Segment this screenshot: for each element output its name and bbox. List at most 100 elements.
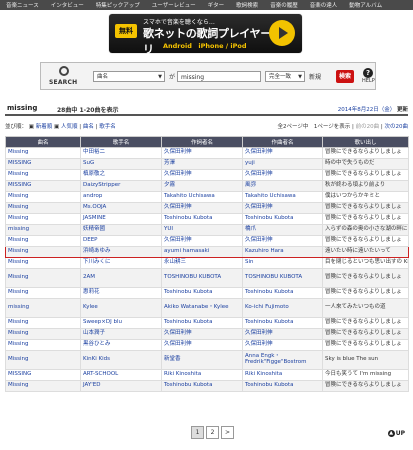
song-title-cell[interactable]: Missing: [5, 257, 81, 269]
sort-title[interactable]: 曲名: [83, 124, 94, 130]
lyricist-cell[interactable]: Toshinobu Kubota: [161, 380, 243, 392]
artist-cell[interactable]: Sweep×DJ blu: [80, 317, 162, 329]
back-to-top[interactable]: ▲ UP: [387, 430, 405, 437]
next-page-button[interactable]: >: [221, 426, 234, 439]
lyricist-cell[interactable]: Riki Kinoshita: [161, 369, 243, 381]
artist-cell[interactable]: 浜崎あゆみ: [80, 246, 162, 258]
song-title-cell[interactable]: Missing: [5, 287, 81, 299]
artist-cell[interactable]: 惠莉花: [80, 287, 162, 299]
nav-item[interactable]: 歌詞検索: [236, 1, 258, 9]
artist-cell[interactable]: 槙原敬之: [80, 169, 162, 181]
search-field-select[interactable]: 曲名 ▼: [93, 71, 165, 82]
nav-item[interactable]: 音楽の達人: [310, 1, 338, 9]
page-1[interactable]: 1: [191, 426, 204, 439]
composer-cell[interactable]: 久保田利伸: [242, 169, 323, 181]
composer-cell[interactable]: Sin: [242, 257, 323, 269]
lyricist-cell[interactable]: Toshinobu Kubota: [161, 213, 243, 225]
artist-cell[interactable]: 中田裕二: [80, 147, 162, 159]
match-select[interactable]: 完全一致 ▼: [265, 71, 305, 82]
composer-cell[interactable]: TOSHINOBU KUBOTA: [242, 268, 323, 288]
artist-cell[interactable]: DEEP: [80, 235, 162, 247]
composer-cell[interactable]: Kazuhiro Hara: [242, 246, 323, 258]
song-title-cell[interactable]: Missing: [5, 339, 81, 351]
song-title-cell[interactable]: Missing: [5, 235, 81, 247]
artist-cell[interactable]: 2AM: [80, 268, 162, 288]
lyricist-cell[interactable]: 新堂香: [161, 350, 243, 370]
lyricist-cell[interactable]: 永山耕三: [161, 257, 243, 269]
composer-cell[interactable]: Toshinobu Kubota: [242, 380, 323, 392]
song-title-cell[interactable]: MISSING: [5, 158, 81, 170]
lyricist-cell[interactable]: 久保田利伸: [161, 169, 243, 181]
composer-cell[interactable]: 久保田利伸: [242, 235, 323, 247]
search-input[interactable]: missing: [177, 71, 261, 82]
col-title[interactable]: 曲名: [5, 136, 81, 148]
song-title-cell[interactable]: Missing: [5, 380, 81, 392]
next-page-link[interactable]: 次の20曲: [385, 124, 409, 130]
composer-cell[interactable]: Ko-ichi Fujimoto: [242, 298, 323, 318]
lyricist-cell[interactable]: Toshinobu Kubota: [161, 287, 243, 299]
song-title-cell[interactable]: Missing: [5, 317, 81, 329]
nav-item[interactable]: 音楽の履歴: [270, 1, 298, 9]
composer-cell[interactable]: Toshinobu Kubota: [242, 213, 323, 225]
sort-artist[interactable]: 歌手名: [99, 124, 116, 130]
composer-cell[interactable]: Toshinobu Kubota: [242, 317, 323, 329]
lyricist-cell[interactable]: 夕霧: [161, 180, 243, 192]
lyricist-cell[interactable]: 久保田利伸: [161, 147, 243, 159]
artist-cell[interactable]: 黒谷ひとみ: [80, 339, 162, 351]
composer-cell[interactable]: Takahito Uchisawa: [242, 191, 323, 203]
artist-cell[interactable]: JASMINE: [80, 213, 162, 225]
artist-cell[interactable]: JAY'ED: [80, 380, 162, 392]
col-lyricist[interactable]: 作詞者名: [161, 136, 243, 148]
app-banner[interactable]: 無料 スマホで音楽を聴くなら… 歌ネットの歌詞プレイヤーアプリ Android …: [109, 14, 302, 56]
song-title-cell[interactable]: Missing: [5, 191, 81, 203]
artist-cell[interactable]: SuG: [80, 158, 162, 170]
lyricist-cell[interactable]: Takahito Uchisawa: [161, 191, 243, 203]
composer-cell[interactable]: yuji: [242, 158, 323, 170]
composer-cell[interactable]: 久保田利伸: [242, 202, 323, 214]
song-title-cell[interactable]: Missing: [5, 169, 81, 181]
artist-cell[interactable]: androp: [80, 191, 162, 203]
artist-cell[interactable]: 山本潤子: [80, 328, 162, 340]
sort-popular[interactable]: 人気順: [61, 124, 78, 130]
composer-cell[interactable]: 久保田利伸: [242, 328, 323, 340]
lyricist-cell[interactable]: TOSHINOBU KUBOTA: [161, 268, 243, 288]
search-button[interactable]: 検索: [336, 70, 354, 83]
song-title-cell[interactable]: MISSING: [5, 369, 81, 381]
composer-cell[interactable]: 久保田利伸: [242, 147, 323, 159]
nav-item[interactable]: ギター: [208, 1, 225, 9]
lyricist-cell[interactable]: 久保田利伸: [161, 328, 243, 340]
lyricist-cell[interactable]: 久保田利伸: [161, 339, 243, 351]
lyricist-cell[interactable]: YUI: [161, 224, 243, 236]
lyricist-cell[interactable]: 久保田利伸: [161, 235, 243, 247]
composer-cell[interactable]: Toshinobu Kubota: [242, 287, 323, 299]
song-title-cell[interactable]: Missing: [5, 246, 81, 258]
song-title-cell[interactable]: Missing: [5, 350, 81, 370]
artist-cell[interactable]: ART-SCHOOL: [80, 369, 162, 381]
song-title-cell[interactable]: Missing: [5, 147, 81, 159]
song-title-cell[interactable]: Missing: [5, 328, 81, 340]
nav-item[interactable]: 音楽ニュース: [6, 1, 39, 9]
composer-cell[interactable]: Anna Engk・Fredrik"Figge"Bostrom: [242, 350, 323, 370]
song-title-cell[interactable]: Missing: [5, 268, 81, 288]
composer-cell[interactable]: Riki Kinoshita: [242, 369, 323, 381]
song-title-cell[interactable]: missing: [5, 298, 81, 318]
nav-item[interactable]: インタビュー: [51, 1, 84, 9]
page-2[interactable]: 2: [206, 426, 219, 439]
composer-cell[interactable]: 風弥: [242, 180, 323, 192]
sort-newest[interactable]: 新着順: [36, 124, 53, 130]
help-button[interactable]: ? HELP: [362, 68, 375, 84]
artist-cell[interactable]: 妖精帝國: [80, 224, 162, 236]
artist-cell[interactable]: Ms.OOJA: [80, 202, 162, 214]
artist-cell[interactable]: DaizyStripper: [80, 180, 162, 192]
col-artist[interactable]: 歌手名: [80, 136, 162, 148]
nav-item[interactable]: ユーザーレビュー: [152, 1, 196, 9]
song-title-cell[interactable]: Missing: [5, 213, 81, 225]
song-title-cell[interactable]: missing: [5, 224, 81, 236]
artist-cell[interactable]: KinKi Kids: [80, 350, 162, 370]
artist-cell[interactable]: 下川みくに: [80, 257, 162, 269]
lyricist-cell[interactable]: Akiko Watanabe・Kylee: [161, 298, 243, 318]
song-title-cell[interactable]: Missing: [5, 202, 81, 214]
lyricist-cell[interactable]: ayumi hamasaki: [161, 246, 243, 258]
col-composer[interactable]: 作曲者名: [242, 136, 323, 148]
nav-item[interactable]: 動物アルバム: [349, 1, 382, 9]
